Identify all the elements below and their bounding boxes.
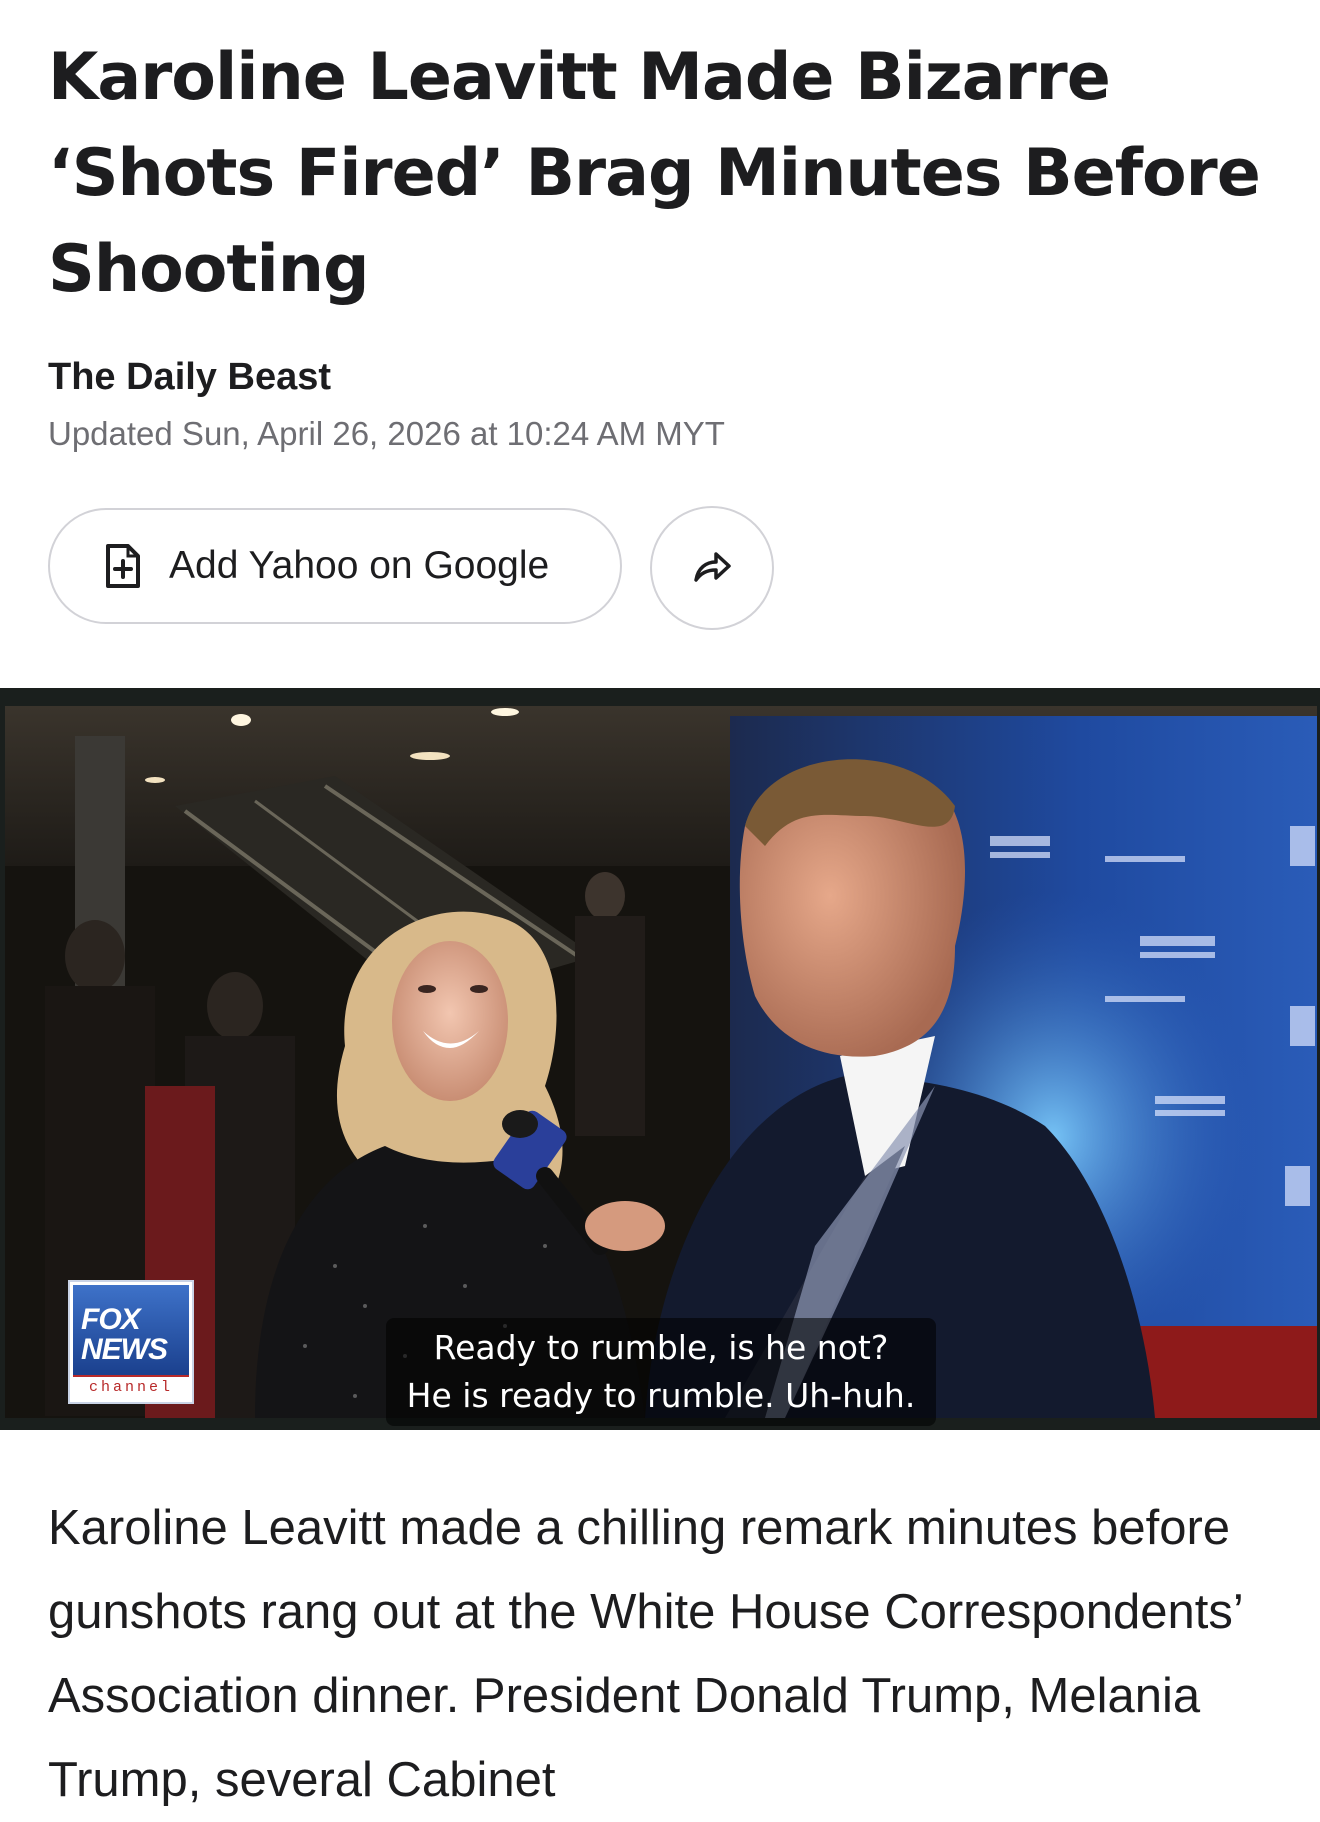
video-frame	[5, 706, 1317, 1418]
video-scene	[5, 706, 1317, 1418]
video-caption: Ready to rumble, is he not? He is ready …	[386, 1318, 936, 1426]
article-source[interactable]: The Daily Beast	[48, 356, 331, 399]
video-player[interactable]: FOX NEWS channel Ready to rumble, is he …	[0, 688, 1320, 1430]
doc-plus-icon	[105, 543, 141, 589]
add-yahoo-on-google-button[interactable]: Add Yahoo on Google	[48, 508, 622, 624]
logo-line-2: NEWS	[81, 1333, 168, 1366]
article-timestamp: Updated Sun, April 26, 2026 at 10:24 AM …	[48, 415, 725, 452]
article-title: Karoline Leavitt Made Bizarre ‘Shots Fir…	[48, 40, 1261, 307]
add-yahoo-label: Add Yahoo on Google	[169, 544, 550, 587]
logo-line-3: channel	[73, 1375, 189, 1399]
article-body: Karoline Leavitt made a chilling remark …	[48, 1501, 1242, 1807]
caption-line-1: Ready to rumble, is he not?	[433, 1328, 889, 1367]
share-button[interactable]	[650, 506, 774, 630]
logo-line-1: FOX	[81, 1303, 141, 1336]
fox-news-logo: FOX NEWS channel	[68, 1280, 194, 1404]
caption-line-2: He is ready to rumble. Uh-huh.	[406, 1376, 916, 1415]
share-arrow-icon	[692, 548, 732, 589]
